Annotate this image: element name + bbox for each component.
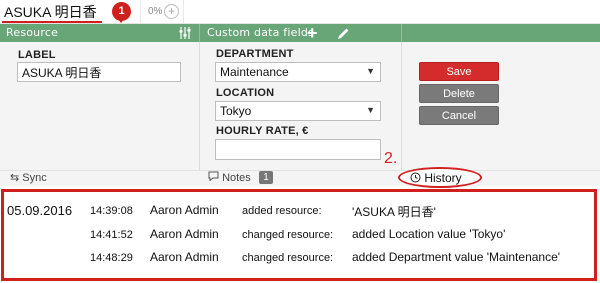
history-entry-user: Aaron Admin [150,227,219,241]
save-button[interactable]: Save [419,62,499,81]
location-caption: LOCATION [216,87,275,99]
header-divider [401,24,402,42]
department-caption: DEPARTMENT [216,48,294,60]
sync-tab[interactable]: ⇆ Sync [10,171,47,184]
header-divider [199,24,200,42]
history-entry-action: added resource: [242,205,322,217]
sync-tab-label: Sync [22,172,47,184]
utilization-percent: 0% [148,6,163,17]
history-entry-time: 14:48:29 [90,252,133,264]
history-entry-action: changed resource: [242,252,334,264]
history-tab-label: History [424,171,462,185]
column-divider [401,42,402,185]
notes-tab-label: Notes [222,172,251,184]
history-entry-user: Aaron Admin [150,250,219,264]
dropdown-arrow-icon: ▼ [366,105,375,115]
resource-name[interactable]: ASUKA 明日香 [4,2,97,22]
badge-pointer [117,18,125,23]
add-circle-icon[interactable]: + [164,4,179,19]
settings-sliders-icon[interactable] [178,24,192,44]
location-value: Tokyo [220,104,252,118]
history-clock-icon [410,171,424,185]
delete-button[interactable]: Delete [419,84,499,103]
divider [140,0,141,24]
comment-icon [208,171,222,184]
history-entry-detail: added Department value 'Maintenance' [352,250,561,264]
resource-name-underline [2,21,102,23]
hourly-rate-input[interactable] [215,139,381,160]
panel-tabs [0,170,600,186]
sync-icon: ⇆ [10,172,20,184]
cancel-button[interactable]: Cancel [419,106,499,125]
divider [183,0,184,24]
hourly-rate-caption: HOURLY RATE, € [216,125,309,137]
department-value: Maintenance [220,65,289,79]
custom-fields-header-title: Custom data fields [207,26,314,39]
label-caption: LABEL [18,49,56,61]
top-bar: ASUKA 明日香 1 0% + [0,0,600,24]
history-entry-detail: 'ASUKA 明日香' [352,205,436,219]
dropdown-arrow-icon: ▼ [366,66,375,76]
history-entry-time: 14:39:08 [90,205,133,217]
label-input[interactable]: ASUKA 明日香 [17,62,181,82]
department-select[interactable]: Maintenance ▼ [215,62,381,82]
column-divider [199,42,200,185]
resource-header-title: Resource [6,26,59,39]
history-entry-user: Aaron Admin [150,203,219,217]
panel-header: Resource Custom data fields + [0,24,600,42]
history-entry-action: changed resource: [242,229,334,241]
history-entry-time: 14:41:52 [90,229,133,241]
history-entry-detail: added Location value 'Tokyo' [352,227,506,241]
notes-count-badge: 1 [259,171,273,184]
add-field-plus-icon[interactable]: + [307,24,318,42]
location-select[interactable]: Tokyo ▼ [215,101,381,121]
step-2-annotation: 2. [384,150,398,167]
notes-tab[interactable]: Notes [208,171,251,184]
history-date: 05.09.2016 [7,203,73,218]
history-tab[interactable]: History [410,171,462,185]
